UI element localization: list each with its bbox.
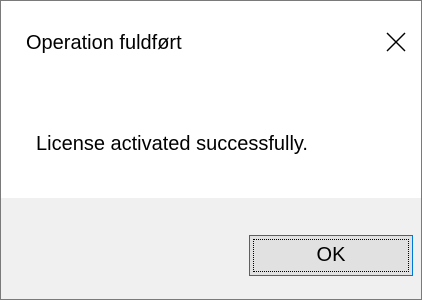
dialog-message: License activated successfully. — [36, 133, 308, 155]
dialog-content: License activated successfully. — [1, 91, 421, 198]
button-bar: OK — [1, 198, 421, 299]
message-dialog: Operation fuldført License activated suc… — [0, 0, 422, 300]
title-bar: Operation fuldført — [1, 1, 421, 91]
ok-button[interactable]: OK — [249, 235, 413, 276]
ok-button-label: OK — [316, 244, 346, 266]
close-icon — [386, 32, 406, 52]
window-title: Operation fuldført — [26, 32, 182, 54]
close-button[interactable] — [377, 23, 415, 61]
